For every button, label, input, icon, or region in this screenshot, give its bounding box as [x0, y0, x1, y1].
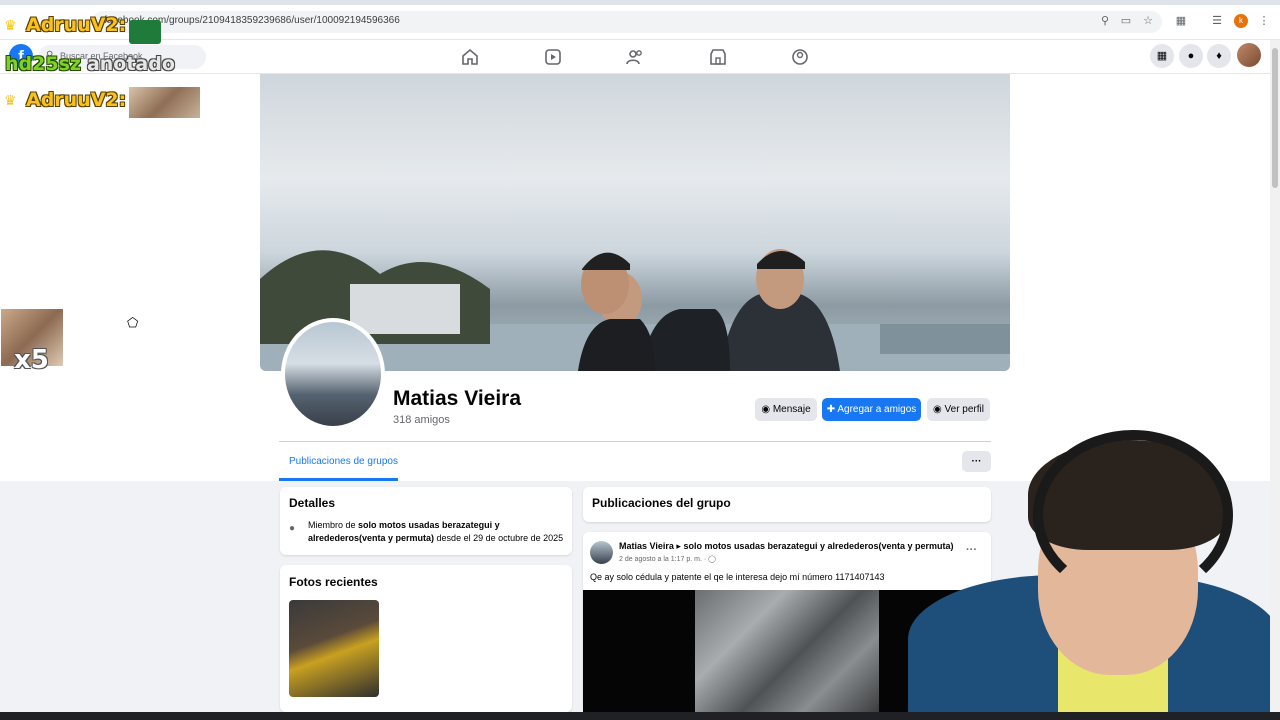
friends-count[interactable]: 318 amigos [393, 414, 450, 426]
chat-message: hd25sz anotado [5, 53, 175, 75]
gaming-icon[interactable] [790, 47, 810, 67]
extensions-icon[interactable]: ▦ [1174, 14, 1188, 28]
recent-photos-title: Fotos recientes [289, 575, 378, 589]
headset-icon [1033, 430, 1233, 600]
facebook-header: f ⚲ Buscar en Facebook ▦ ● ♦ [0, 40, 1280, 74]
browser-profile-avatar[interactable]: k [1234, 14, 1248, 28]
post-author-avatar[interactable] [590, 541, 613, 564]
browser-menu-icon[interactable]: ⋮ [1257, 14, 1271, 28]
recent-photo-thumbnail[interactable] [289, 600, 379, 697]
group-members-icon: ● [289, 523, 296, 534]
post-author-line: Matias Vieira ▸ solo motos usadas beraza… [619, 541, 954, 552]
post-photo [695, 590, 879, 712]
crown-icon: ♛ [4, 17, 17, 33]
cover-photo[interactable] [260, 74, 1010, 371]
globe-icon: ◯ [708, 556, 716, 563]
membership-date: desde el 29 de octubre de 2025 [434, 533, 564, 543]
messenger-icon: ◉ [761, 404, 771, 415]
messenger-icon[interactable]: ● [1179, 44, 1203, 68]
profile-divider [279, 441, 991, 442]
post-timestamp[interactable]: 2 de agosto a la 1:17 p. m. · ◯ [619, 555, 716, 563]
add-person-icon: ✚ [826, 404, 836, 415]
video-icon[interactable] [543, 47, 563, 67]
message-button[interactable]: ◉ Mensaje [755, 398, 817, 421]
friends-icon[interactable] [625, 47, 645, 67]
webcam-overlay [908, 425, 1280, 720]
bookmark-star-icon[interactable]: ☆ [1141, 14, 1155, 28]
scrollbar-thumb[interactable] [1272, 48, 1278, 188]
chat-user: hd25sz [5, 53, 81, 75]
home-icon[interactable] [460, 47, 480, 67]
zoom-icon[interactable]: ⚲ [1098, 14, 1112, 28]
post-text: Qe ay solo cédula y patente el qe le int… [590, 572, 885, 582]
active-tab-indicator [279, 478, 398, 481]
account-avatar[interactable] [1237, 43, 1261, 67]
profile-picture[interactable] [281, 318, 385, 430]
view-profile-button[interactable]: ◉ Ver perfil [927, 398, 990, 421]
media-control-icon[interactable]: ☰ [1210, 14, 1224, 28]
add-friend-button-label: Agregar a amigos [837, 404, 917, 415]
mouse-cursor-icon: ⬠ [127, 315, 139, 330]
add-friend-button[interactable]: ✚ Agregar a amigos [822, 398, 921, 421]
tab-group-posts[interactable]: Publicaciones de grupos [289, 456, 398, 467]
taskbar [0, 712, 1280, 720]
arrow-right-icon: ▸ [676, 541, 681, 551]
post-author-name[interactable]: Matias Vieira [619, 541, 674, 551]
page-scrollbar[interactable] [1270, 40, 1280, 720]
chat-status: anotado [86, 53, 175, 75]
chat-emote-green [129, 20, 161, 44]
cover-photo-scene [260, 249, 1010, 371]
marketplace-icon[interactable] [708, 47, 728, 67]
membership-text: Miembro de solo motos usadas berazategui… [308, 519, 568, 545]
chat-username-1: AdruuV2: [26, 14, 127, 36]
menu-grid-icon[interactable]: ▦ [1150, 44, 1174, 68]
membership-prefix: Miembro de [308, 520, 359, 530]
emote-multiplier: x5 [14, 345, 49, 375]
chat-username-2: AdruuV2: [26, 89, 127, 111]
post-timestamp-text: 2 de agosto a la 1:17 p. m. · [619, 556, 707, 563]
profile-circle-icon: ◉ [933, 404, 942, 415]
tab-strip [0, 0, 1280, 5]
message-button-label: Mensaje [772, 404, 811, 415]
notifications-bell-icon[interactable]: ♦ [1207, 44, 1231, 68]
install-app-icon[interactable]: ▭ [1119, 14, 1133, 28]
browser-toolbar: facebook.com/groups/2109418359239686/use… [0, 0, 1280, 40]
view-profile-button-label: Ver perfil [944, 404, 984, 415]
profile-name: Matias Vieira [393, 387, 522, 410]
details-title: Detalles [289, 496, 336, 510]
group-posts-title: Publicaciones del grupo [592, 496, 731, 510]
chat-emote-image [129, 87, 200, 118]
crown-icon: ♛ [4, 92, 17, 108]
